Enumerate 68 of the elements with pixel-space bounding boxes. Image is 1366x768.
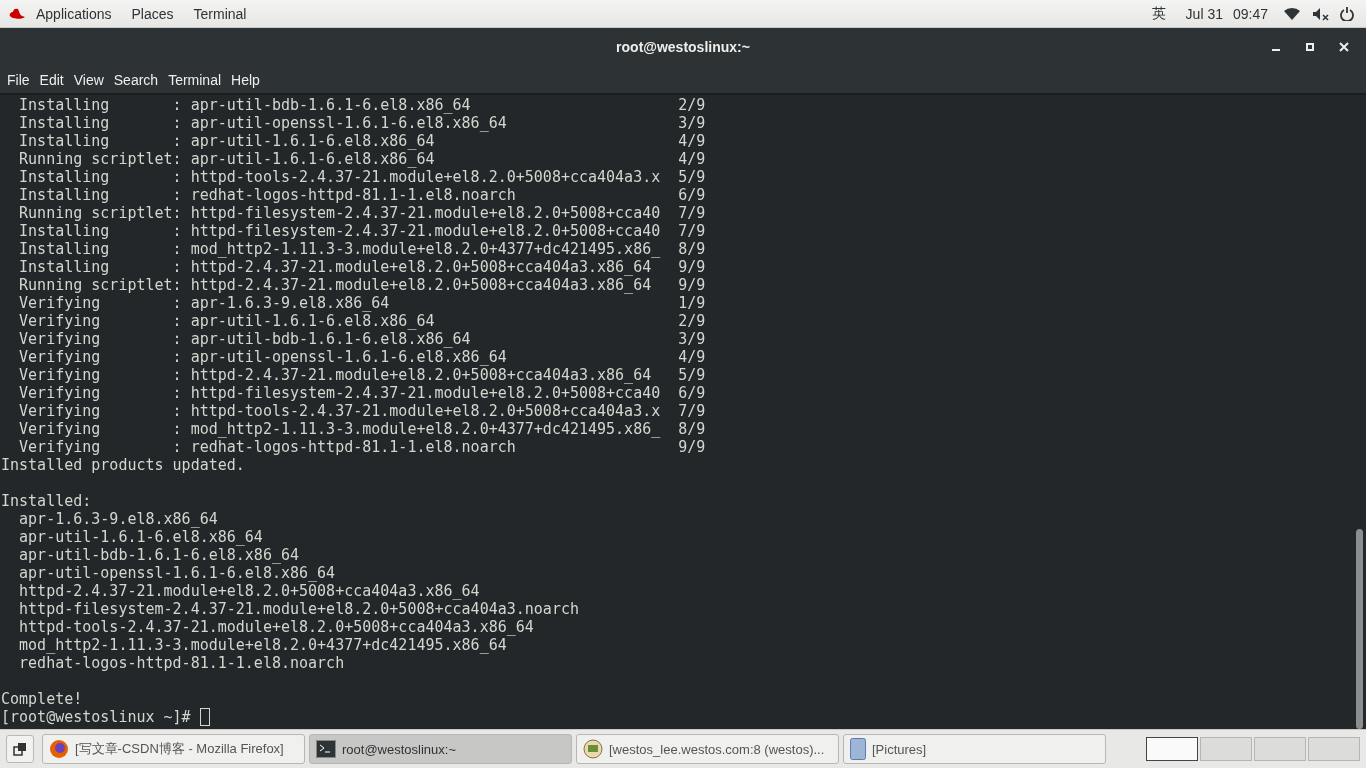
clock-time[interactable]: 09:47: [1232, 5, 1278, 22]
cursor-icon: [199, 708, 210, 726]
terminal-line: Verifying : redhat-logos-httpd-81.1-1.el8.noarch 9/9: [18, 438, 707, 456]
scrollbar-thumb[interactable]: [1356, 529, 1363, 729]
terminal-line: Installing : apr-util-bdb-1.6.1-6.el8.x86_64 2/9: [18, 96, 707, 114]
globe-icon: [49, 739, 69, 759]
taskbar-window-button[interactable]: [westos_lee.westos.com:8 (westos)...: [576, 734, 839, 764]
workspace-switcher[interactable]: [1254, 737, 1306, 761]
show-desktop-button[interactable]: [6, 735, 34, 763]
terminal-icon: [316, 740, 336, 758]
menu-item[interactable]: Edit: [34, 71, 69, 88]
taskbar-window-button[interactable]: [写文章-CSDN博客 - Mozilla Firefox]: [42, 734, 305, 764]
workspace-switcher[interactable]: [1146, 737, 1198, 761]
top-menu[interactable]: Applications: [26, 5, 122, 22]
terminal-line: Installing : redhat-logos-httpd-81.1-1.el8.noarch 6/9: [18, 186, 707, 204]
terminal-line: redhat-logos-httpd-81.1-1.el8.noarch: [18, 654, 346, 672]
hat-icon: [8, 6, 26, 21]
terminal-line: Verifying : httpd-tools-2.4.37-21.module+el8.2.0+5008+cca404a3.x 7/9: [18, 402, 707, 420]
close-icon: [1339, 42, 1349, 52]
terminal-line: Verifying : httpd-filesystem-2.4.37-21.module+el8.2.0+5008+cca40 6/9: [18, 384, 707, 402]
terminal-line: Installing : httpd-2.4.37-21.module+el8.2.0+5008+cca404a3.x86_64 9/9: [18, 258, 707, 276]
menu-item[interactable]: Help: [226, 71, 265, 88]
terminal-line: httpd-filesystem-2.4.37-21.module+el8.2.0+5008+cca404a3.noarch: [18, 600, 580, 618]
terminal-line: Running scriptlet: httpd-2.4.37-21.module+el8.2.0+5008+cca404a3.x86_64 9/9: [18, 276, 707, 294]
terminal-line: Installing : httpd-filesystem-2.4.37-21.module+el8.2.0+5008+cca40 7/9: [18, 222, 707, 240]
taskbar-window-button[interactable]: root@westoslinux:~: [309, 734, 572, 764]
power-icon[interactable]: [1340, 6, 1354, 21]
workspace-switcher[interactable]: [1308, 737, 1360, 761]
wifi-icon[interactable]: [1284, 6, 1300, 21]
terminal-line: Verifying : apr-util-openssl-1.6.1-6.el8.x86_64 4/9: [18, 348, 707, 366]
terminal-line: apr-util-openssl-1.6.1-6.el8.x86_64: [18, 564, 337, 582]
clock-date[interactable]: Jul 31: [1175, 5, 1233, 22]
terminal-line: Running scriptlet: httpd-filesystem-2.4.37-21.module+el8.2.0+5008+cca40 7/9: [18, 204, 707, 222]
document-icon: [850, 738, 866, 760]
menu-item[interactable]: Terminal: [163, 71, 227, 88]
volume-icon[interactable]: [1312, 6, 1330, 21]
terminal-line: Running scriptlet: apr-util-1.6.1-6.el8.x86_64 4/9: [18, 150, 707, 168]
terminal-line: Verifying : apr-util-1.6.1-6.el8.x86_64 2/9: [18, 312, 707, 330]
terminal-line: Complete!: [1, 690, 84, 708]
terminal-line: Installed products updated.: [1, 456, 246, 474]
windows-icon: [13, 742, 27, 756]
terminal-line: Installing : apr-util-1.6.1-6.el8.x86_64 4/9: [18, 132, 707, 150]
terminal-line: Installing : mod_http2-1.11.3-3.module+el8.2.0+4377+dc421495.x86_ 8/9: [18, 240, 707, 258]
menu-item[interactable]: View: [68, 71, 109, 88]
terminal-line: Verifying : apr-1.6.3-9.el8.x86_64 1/9: [18, 294, 707, 312]
remote-desktop-icon: [583, 739, 603, 759]
terminal-line: Installing : httpd-tools-2.4.37-21.module+el8.2.0+5008+cca404a3.x 5/9: [18, 168, 707, 186]
menu-item[interactable]: File: [2, 71, 35, 88]
terminal-line: Verifying : apr-util-bdb-1.6.1-6.el8.x86_64 3/9: [18, 330, 707, 348]
terminal-line: httpd-2.4.37-21.module+el8.2.0+5008+cca404a3.x86_64: [18, 582, 481, 600]
top-menu[interactable]: Terminal: [183, 5, 257, 22]
terminal-line: httpd-tools-2.4.37-21.module+el8.2.0+5008+cca404a3.x86_64: [18, 618, 535, 636]
top-menu[interactable]: Places: [121, 5, 184, 22]
menu-item[interactable]: Search: [108, 71, 164, 88]
terminal-line: mod_http2-1.11.3-3.module+el8.2.0+4377+dc421495.x86_64: [18, 636, 508, 654]
maximize-icon: [1306, 43, 1314, 51]
taskbar-window-button[interactable]: [Pictures]: [843, 734, 1106, 764]
shell-prompt: [root@westoslinux ~]#: [1, 708, 192, 726]
terminal-line: Installed:: [1, 492, 93, 510]
terminal-line: Verifying : mod_http2-1.11.3-3.module+el8.2.0+4377+dc421495.x86_ 8/9: [18, 420, 707, 438]
terminal-line: apr-1.6.3-9.el8.x86_64: [18, 510, 219, 528]
window-title: root@westoslinux:~: [616, 39, 750, 55]
terminal-line: apr-util-bdb-1.6.1-6.el8.x86_64: [18, 546, 300, 564]
terminal-line: apr-util-1.6.1-6.el8.x86_64: [18, 528, 264, 546]
terminal-line: Installing : apr-util-openssl-1.6.1-6.el8.x86_64 3/9: [18, 114, 707, 132]
terminal-line: Verifying : httpd-2.4.37-21.module+el8.2.0+5008+cca404a3.x86_64 5/9: [18, 366, 707, 384]
input-method-indicator[interactable]: 英: [1141, 4, 1176, 23]
workspace-switcher[interactable]: [1200, 737, 1252, 761]
